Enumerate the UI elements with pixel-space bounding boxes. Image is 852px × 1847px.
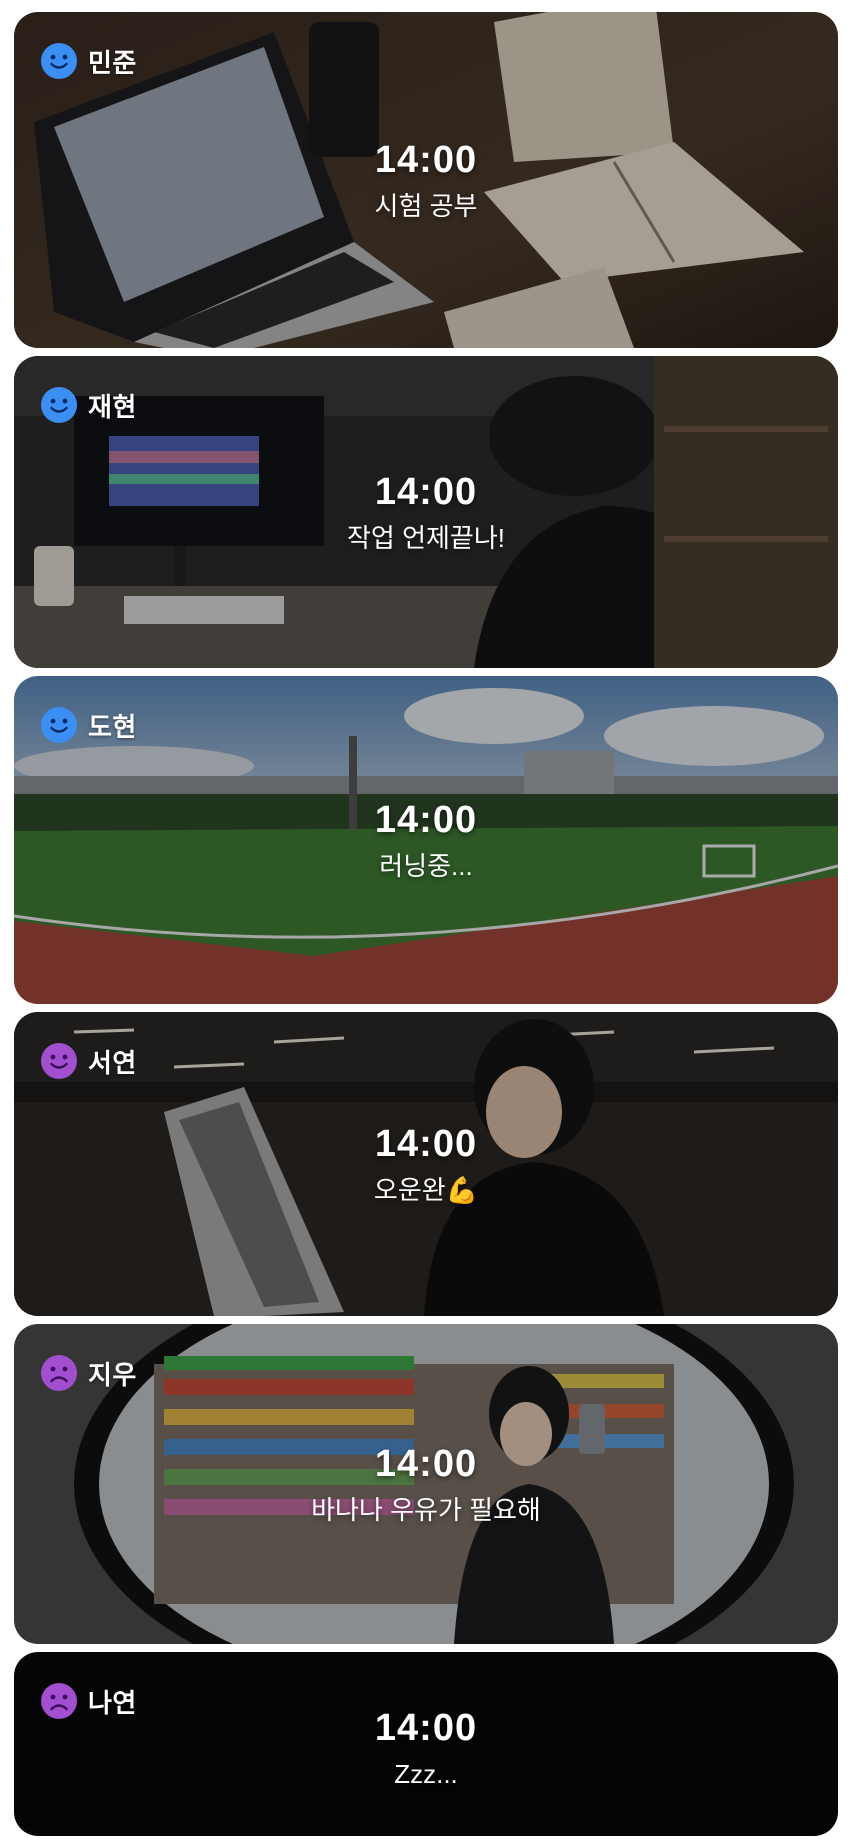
user-name: 재현 bbox=[88, 391, 137, 422]
user-name: 서연 bbox=[88, 1047, 137, 1078]
sad-face-icon bbox=[41, 1355, 77, 1391]
smile-face-icon bbox=[41, 387, 77, 423]
status-time: 14:00 bbox=[374, 1443, 478, 1485]
user-name: 지우 bbox=[88, 1359, 137, 1390]
status-text: 시험 공부 bbox=[374, 191, 478, 221]
status-block: 14:00 러닝중... bbox=[14, 798, 838, 882]
status-text: 작업 언제끝나! bbox=[347, 523, 505, 553]
status-card-dohyun[interactable]: 도현 14:00 러닝중... bbox=[14, 676, 838, 1004]
status-text: 바나나 우유가 필요해 bbox=[311, 1495, 541, 1525]
card-user: 지우 bbox=[40, 1354, 137, 1392]
status-time: 14:00 bbox=[374, 139, 478, 181]
status-time: 14:00 bbox=[374, 1123, 478, 1165]
status-card-seoyeon[interactable]: 서연 14:00 오운완💪 bbox=[14, 1012, 838, 1316]
status-card-jaehyun[interactable]: 재현 14:00 작업 언제끝나! bbox=[14, 356, 838, 668]
status-time: 14:00 bbox=[374, 799, 478, 841]
status-text: 러닝중... bbox=[379, 851, 473, 881]
status-block: 14:00 Zzz... bbox=[14, 1706, 838, 1790]
card-user: 서연 bbox=[40, 1042, 137, 1080]
status-card-minjun[interactable]: 민준 14:00 시험 공부 bbox=[14, 12, 838, 348]
card-user: 도현 bbox=[40, 706, 137, 744]
user-name: 민준 bbox=[88, 47, 137, 78]
smile-face-icon bbox=[41, 43, 77, 79]
status-block: 14:00 바나나 우유가 필요해 bbox=[14, 1442, 838, 1526]
status-time: 14:00 bbox=[374, 471, 478, 513]
status-card-nayeon[interactable]: 나연 14:00 Zzz... bbox=[14, 1652, 838, 1836]
status-text: Zzz... bbox=[394, 1758, 458, 1789]
user-name: 도현 bbox=[88, 711, 137, 742]
card-user: 민준 bbox=[40, 42, 137, 80]
smile-face-icon bbox=[41, 1043, 77, 1079]
status-feed: 민준 14:00 시험 공부 재현 14:00 작업 언제끝나! 도현 14:0… bbox=[0, 0, 852, 1847]
smile-face-icon bbox=[41, 707, 77, 743]
card-user: 재현 bbox=[40, 386, 137, 424]
status-block: 14:00 작업 언제끝나! bbox=[14, 470, 838, 554]
status-time: 14:00 bbox=[374, 1706, 478, 1749]
status-block: 14:00 오운완💪 bbox=[14, 1122, 838, 1206]
status-text: 오운완💪 bbox=[373, 1175, 479, 1205]
status-block: 14:00 시험 공부 bbox=[14, 138, 838, 222]
status-card-jiwoo[interactable]: 지우 14:00 바나나 우유가 필요해 bbox=[14, 1324, 838, 1644]
